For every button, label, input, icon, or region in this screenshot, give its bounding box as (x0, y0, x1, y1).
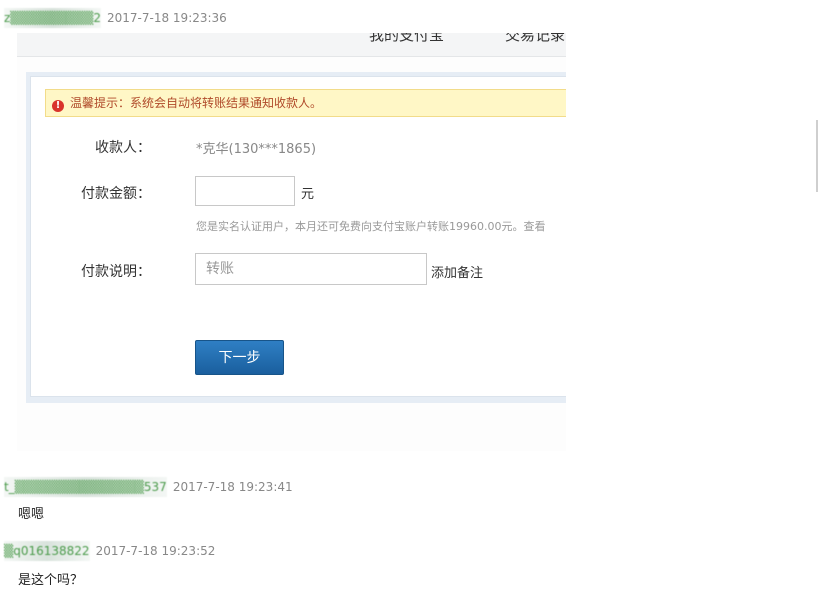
message-text: 是这个吗？ (18, 573, 84, 588)
message-header: t_▒▒▒▒▒▒▒▒▒▒▒▒▒▒537 2017-7-18 19:23:41 (4, 477, 293, 497)
next-step-button[interactable]: 下一步 (195, 340, 284, 375)
amount-label: 付款金额： (81, 186, 151, 202)
alipay-nav-bar: 我的支付宝 交易记录 (17, 33, 566, 57)
note-label: 付款说明： (81, 264, 151, 280)
timestamp: 2017-7-18 19:23:52 (95, 544, 216, 558)
amount-input[interactable] (195, 176, 295, 206)
nav-my-alipay: 我的支付宝 (369, 33, 445, 44)
note-input[interactable]: 转账 (195, 253, 427, 285)
nav-transaction-records: 交易记录 (505, 33, 566, 44)
shared-screenshot: 我的支付宝 交易记录 ! 温馨提示：系统会自动将转账结果通知收款人。 收款人： *… (17, 33, 566, 451)
payee-value: *克华(130***1865) (196, 142, 317, 157)
warning-icon: ! (52, 100, 64, 112)
transfer-panel: ! 温馨提示：系统会自动将转账结果通知收款人。 收款人： *克华(130***18… (26, 72, 566, 403)
message-header: ▒q016138822 2017-7-18 19:23:52 (4, 541, 215, 561)
warning-banner: ! 温馨提示：系统会自动将转账结果通知收款人。 (45, 89, 566, 117)
payee-label: 收款人： (95, 140, 151, 156)
username[interactable]: t_▒▒▒▒▒▒▒▒▒▒▒▒▒▒537 (4, 477, 167, 497)
chat-right-area (566, 33, 818, 451)
username[interactable]: ▒q016138822 (4, 541, 90, 561)
message-header: z▒▒▒▒▒▒▒▒▒2 2017-7-18 19:23:36 (4, 8, 227, 28)
warning-text: 温馨提示：系统会自动将转账结果通知收款人。 (70, 96, 323, 110)
timestamp: 2017-7-18 19:23:41 (172, 480, 293, 494)
timestamp: 2017-7-18 19:23:36 (107, 11, 227, 25)
add-note-link[interactable]: 添加备注 (431, 262, 483, 281)
username[interactable]: z▒▒▒▒▒▒▒▒▒2 (4, 8, 101, 28)
transfer-form: ! 温馨提示：系统会自动将转账结果通知收款人。 收款人： *克华(130***18… (30, 76, 566, 397)
message-text: 嗯嗯 (18, 507, 45, 522)
amount-unit: 元 (301, 187, 315, 202)
transfer-quota-hint: 您是实名认证用户，本月还可免费向支付宝账户转账19960.00元。查看 (196, 220, 546, 233)
